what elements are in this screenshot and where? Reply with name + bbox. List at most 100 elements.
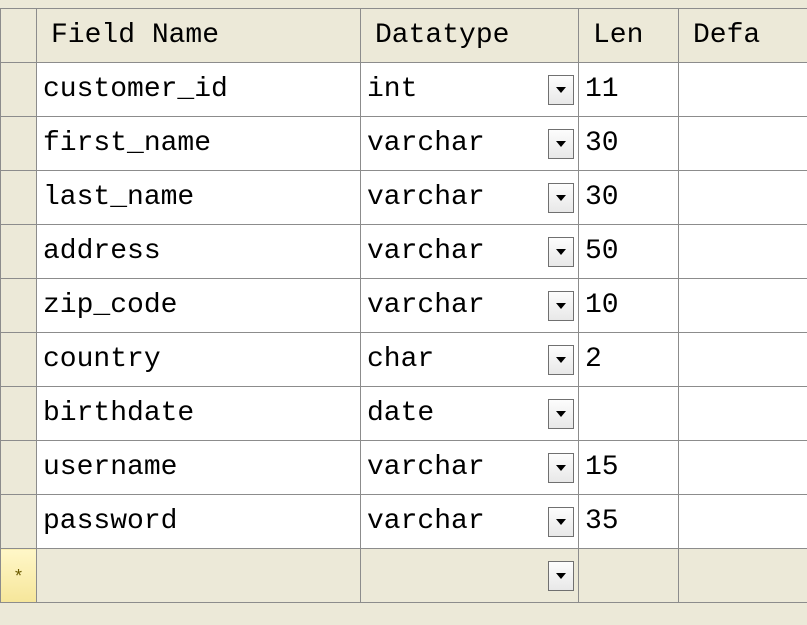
- datatype-cell[interactable]: int: [361, 63, 579, 117]
- table-row: passwordvarchar 35: [1, 495, 807, 549]
- field-name-cell[interactable]: password: [37, 495, 361, 549]
- default-cell[interactable]: [679, 495, 807, 549]
- row-selector[interactable]: [1, 333, 37, 387]
- table-row: zip_codevarchar10: [1, 279, 807, 333]
- field-name-text: birthdate: [37, 388, 360, 440]
- datatype-dropdown-button[interactable]: [548, 561, 574, 591]
- datatype-cell[interactable]: varchar: [361, 495, 579, 549]
- default-cell[interactable]: [679, 225, 807, 279]
- datatype-cell[interactable]: date: [361, 387, 579, 441]
- table-row: last_namevarchar 30: [1, 171, 807, 225]
- datatype-text: date: [367, 388, 548, 440]
- field-name-text: username: [37, 442, 360, 494]
- field-name-cell[interactable]: country: [37, 333, 361, 387]
- chevron-down-icon: [556, 195, 566, 201]
- len-text: 35: [579, 506, 619, 537]
- row-selector[interactable]: [1, 225, 37, 279]
- header-datatype[interactable]: Datatype: [361, 9, 579, 63]
- datatype-cell[interactable]: char: [361, 333, 579, 387]
- datatype-cell[interactable]: varchar: [361, 117, 579, 171]
- header-default[interactable]: Defa: [679, 9, 807, 63]
- default-cell[interactable]: [679, 171, 807, 225]
- default-cell[interactable]: [679, 333, 807, 387]
- field-name-cell[interactable]: [37, 549, 361, 603]
- default-cell[interactable]: [679, 387, 807, 441]
- default-cell[interactable]: [679, 441, 807, 495]
- table-row: birthdatedate: [1, 387, 807, 441]
- len-cell[interactable]: [579, 549, 679, 603]
- table-row: first_namevarchar30: [1, 117, 807, 171]
- field-name-cell[interactable]: customer_id: [37, 63, 361, 117]
- len-cell[interactable]: 15: [579, 441, 679, 495]
- len-cell[interactable]: 2: [579, 333, 679, 387]
- field-name-text: country: [37, 334, 360, 386]
- datatype-dropdown-button[interactable]: [548, 237, 574, 267]
- field-name-cell[interactable]: username: [37, 441, 361, 495]
- datatype-text: varchar: [367, 226, 548, 278]
- datatype-dropdown-button[interactable]: [548, 453, 574, 483]
- row-selector[interactable]: [1, 387, 37, 441]
- datatype-cell[interactable]: varchar: [361, 279, 579, 333]
- datatype-dropdown-button[interactable]: [548, 345, 574, 375]
- row-selector[interactable]: [1, 495, 37, 549]
- chevron-down-icon: [556, 141, 566, 147]
- datatype-dropdown-button[interactable]: [548, 75, 574, 105]
- row-selector[interactable]: [1, 441, 37, 495]
- len-text: [579, 398, 585, 429]
- row-selector[interactable]: [1, 63, 37, 117]
- len-cell[interactable]: 30: [579, 117, 679, 171]
- default-cell[interactable]: [679, 63, 807, 117]
- row-selector[interactable]: [1, 279, 37, 333]
- header-len[interactable]: Len: [579, 9, 679, 63]
- field-name-text: customer_id: [37, 64, 360, 116]
- len-cell[interactable]: [579, 387, 679, 441]
- field-name-cell[interactable]: birthdate: [37, 387, 361, 441]
- new-row-marker[interactable]: *: [1, 549, 37, 603]
- new-row[interactable]: *: [1, 549, 807, 603]
- field-name-text: password: [37, 496, 360, 548]
- datatype-text: varchar: [367, 172, 548, 224]
- chevron-down-icon: [556, 519, 566, 525]
- datatype-cell[interactable]: varchar: [361, 171, 579, 225]
- header-field-name[interactable]: Field Name: [37, 9, 361, 63]
- row-selector[interactable]: [1, 117, 37, 171]
- len-cell[interactable]: 30: [579, 171, 679, 225]
- chevron-down-icon: [556, 411, 566, 417]
- datatype-dropdown-button[interactable]: [548, 507, 574, 537]
- field-name-text: last_name: [37, 172, 360, 224]
- datatype-dropdown-button[interactable]: [548, 399, 574, 429]
- datatype-cell[interactable]: varchar: [361, 225, 579, 279]
- default-cell[interactable]: [679, 549, 807, 603]
- len-cell[interactable]: 50: [579, 225, 679, 279]
- datatype-text: int: [367, 64, 548, 116]
- table-row: countrychar 2: [1, 333, 807, 387]
- chevron-down-icon: [556, 573, 566, 579]
- asterisk-icon: *: [15, 566, 22, 586]
- field-name-cell[interactable]: last_name: [37, 171, 361, 225]
- datatype-dropdown-button[interactable]: [548, 129, 574, 159]
- datatype-cell[interactable]: varchar: [361, 441, 579, 495]
- chevron-down-icon: [556, 465, 566, 471]
- len-text: 50: [579, 236, 619, 267]
- field-name-cell[interactable]: zip_code: [37, 279, 361, 333]
- len-cell[interactable]: 10: [579, 279, 679, 333]
- header-row: Field Name Datatype Len Defa: [1, 9, 807, 63]
- row-selector[interactable]: [1, 171, 37, 225]
- default-cell[interactable]: [679, 279, 807, 333]
- table-row: customer_idint 11: [1, 63, 807, 117]
- datatype-cell[interactable]: [361, 549, 579, 603]
- len-text: 2: [579, 344, 602, 375]
- table-designer: Field Name Datatype Len Defa customer_id…: [0, 0, 807, 625]
- field-name-cell[interactable]: address: [37, 225, 361, 279]
- field-name-text: address: [37, 226, 360, 278]
- datatype-dropdown-button[interactable]: [548, 291, 574, 321]
- datatype-dropdown-button[interactable]: [548, 183, 574, 213]
- default-cell[interactable]: [679, 117, 807, 171]
- datatype-text: char: [367, 334, 548, 386]
- datatype-text: varchar: [367, 496, 548, 548]
- datatype-text: varchar: [367, 442, 548, 494]
- field-name-cell[interactable]: first_name: [37, 117, 361, 171]
- field-name-text: zip_code: [37, 280, 360, 332]
- len-cell[interactable]: 11: [579, 63, 679, 117]
- len-cell[interactable]: 35: [579, 495, 679, 549]
